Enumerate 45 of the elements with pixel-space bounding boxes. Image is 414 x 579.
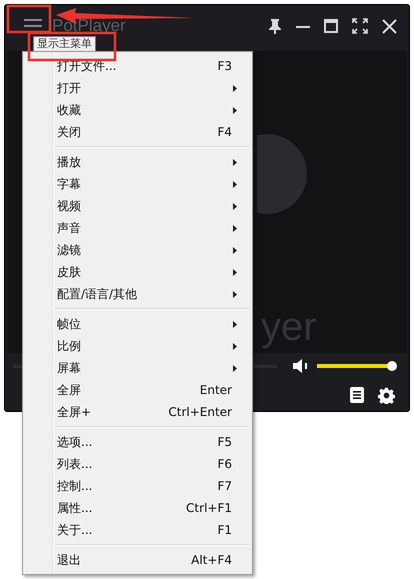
submenu-arrow-icon [233,268,237,276]
menu-item[interactable]: 打开 [23,77,252,99]
menu-item[interactable]: 关于... F1 [23,519,252,541]
submenu-arrow-icon [233,290,237,298]
playlist-icon[interactable] [350,387,364,403]
menu-item[interactable]: 打开文件... F3 [23,55,252,77]
menu-item[interactable]: 关闭 F4 [23,121,252,143]
settings-icon[interactable] [378,386,395,404]
menu-item[interactable]: 字幕 [23,173,252,195]
menu-item[interactable]: 滤镜 [23,239,252,261]
menu-item[interactable]: 屏幕 [23,357,252,379]
menu-item[interactable]: 帧位 [23,313,252,335]
menu-item[interactable]: 配置/语言/其他 [23,283,252,305]
menu-item[interactable]: 收藏 [23,99,252,121]
submenu-arrow-icon [233,246,237,254]
volume-thumb[interactable] [387,361,397,371]
menu-item[interactable]: 播放 [23,151,252,173]
submenu-arrow-icon [233,224,237,232]
volume-icon[interactable] [293,359,309,373]
menu-item[interactable]: 属性... Ctrl+F1 [23,497,252,519]
submenu-arrow-icon [233,158,237,166]
menu-item[interactable]: 声音 [23,217,252,239]
maximize-icon[interactable] [324,19,338,33]
close-icon[interactable] [382,18,397,34]
submenu-arrow-icon [233,106,237,114]
menu-item[interactable]: 退出 Alt+F4 [23,549,252,571]
menu-item[interactable]: 视频 [23,195,252,217]
submenu-arrow-icon [233,180,237,188]
tooltip: 显示主菜单 [33,36,96,52]
submenu-arrow-icon [233,342,237,350]
submenu-arrow-icon [233,320,237,328]
menu-item[interactable]: 选项... F5 [23,431,252,453]
menu-item[interactable]: 皮肤 [23,261,252,283]
window-title: PotPlayer [52,16,126,36]
menu-item[interactable]: 列表... F6 [23,453,252,475]
submenu-arrow-icon [233,364,237,372]
submenu-arrow-icon [233,202,237,210]
submenu-arrow-icon [233,84,237,92]
menu-item[interactable]: 全屏 Enter [23,379,252,401]
fullscreen-icon[interactable] [352,18,368,34]
volume-slider[interactable] [317,361,397,371]
menu-item[interactable]: 比例 [23,335,252,357]
menu-item[interactable]: 控制... F7 [23,475,252,497]
menu-item[interactable]: 全屏+ Ctrl+Enter [23,401,252,423]
pin-icon[interactable] [268,18,282,34]
